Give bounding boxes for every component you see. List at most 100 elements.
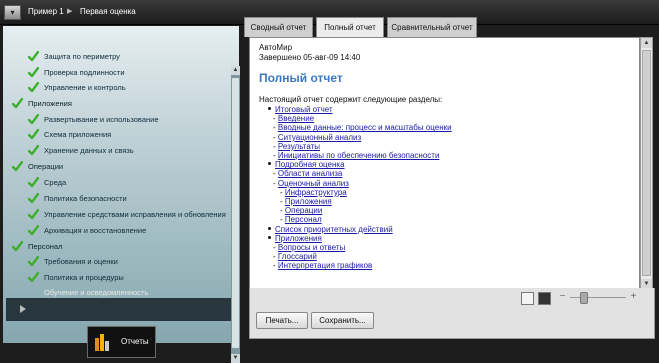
- nav-subitem[interactable]: Требования и оценки: [44, 255, 118, 269]
- assessment-nav-panel: Защита по периметру Проверка подлинности У…: [3, 26, 240, 363]
- nav-subitem[interactable]: Защита по периметру: [44, 50, 120, 64]
- check-icon: [28, 82, 39, 93]
- toc-item: Подробная оценка: [268, 160, 345, 169]
- scroll-up-icon[interactable]: ▲: [231, 66, 240, 75]
- check-icon: [28, 67, 39, 78]
- check-icon: [28, 256, 39, 267]
- document-scrollbar-thumb[interactable]: [642, 50, 651, 276]
- nav-scrollbar[interactable]: ▲ ▼: [231, 66, 240, 363]
- toc-item: - Инициативы по обеспечению безопасности: [273, 151, 439, 160]
- toc-link[interactable]: Итоговый отчет: [275, 105, 333, 114]
- report-toolbar: − + Печать... Сохранить...: [249, 288, 655, 339]
- reports-button-label: Отчеты: [121, 337, 149, 346]
- toc-link[interactable]: Подробная оценка: [275, 160, 345, 169]
- toc-item: - Результаты: [273, 142, 320, 151]
- nav-subitem[interactable]: Управление средствами исправления и обно…: [44, 208, 226, 222]
- nav-subitem[interactable]: Среда: [44, 176, 66, 190]
- toc-link[interactable]: Список приоритетных действий: [275, 225, 393, 234]
- two-page-view-icon[interactable]: [538, 292, 551, 305]
- document-scrollbar[interactable]: ▲ ▼: [640, 37, 653, 291]
- check-icon: [28, 145, 39, 156]
- zoom-handle[interactable]: [580, 292, 588, 304]
- zoom-out-icon[interactable]: −: [558, 291, 567, 303]
- zoom-track[interactable]: [570, 297, 626, 298]
- toc-item: - Вопросы и ответы: [273, 243, 345, 252]
- report-title: Полный отчет: [259, 71, 343, 85]
- check-icon: [28, 177, 39, 188]
- toc-link[interactable]: Приложения: [285, 197, 332, 206]
- toc-link[interactable]: Результаты: [278, 142, 320, 151]
- reports-icon: [95, 334, 109, 351]
- toc-item: Список приоритетных действий: [268, 225, 393, 234]
- nav-subitem[interactable]: Управление и контроль: [44, 81, 126, 95]
- single-page-view-icon[interactable]: [521, 292, 534, 305]
- current-item-arrow-icon: [20, 305, 26, 313]
- toc-item: - Глоссарий: [273, 252, 317, 261]
- toc-link[interactable]: Введение: [278, 114, 314, 123]
- toc-item: Приложения: [268, 234, 322, 243]
- nav-section-item[interactable]: Приложения: [28, 97, 72, 111]
- check-icon: [28, 129, 39, 140]
- toc-item: - Инфраструктура: [280, 188, 347, 197]
- nav-subitem[interactable]: Развертывание и использование: [44, 113, 159, 127]
- toc-link[interactable]: Операции: [285, 206, 322, 215]
- toc-link[interactable]: Глоссарий: [278, 252, 317, 261]
- toc-link[interactable]: Области анализа: [278, 169, 343, 178]
- tab-comparative-report[interactable]: Сравнительный отчет: [387, 17, 477, 37]
- reports-button[interactable]: Отчеты: [87, 326, 156, 358]
- check-icon: [12, 161, 23, 172]
- toc-item: Итоговый отчет: [268, 105, 333, 114]
- toc-link[interactable]: Персонал: [285, 215, 322, 224]
- toc-item: - Интерпретация графиков: [273, 261, 372, 270]
- scroll-down-icon[interactable]: ▼: [231, 354, 240, 363]
- toc-link[interactable]: Оценочный анализ: [278, 179, 349, 188]
- toc-link[interactable]: Инициативы по обеспечению безопасности: [278, 151, 440, 160]
- check-icon: [28, 272, 39, 283]
- toc-item: - Введение: [273, 114, 314, 123]
- toc-item: - Операции: [280, 206, 322, 215]
- check-icon: [12, 98, 23, 109]
- toc-link[interactable]: Инфраструктура: [285, 188, 347, 197]
- zoom-in-icon[interactable]: +: [629, 291, 638, 303]
- chevron-down-icon: ▾: [10, 8, 15, 17]
- nav-subitem[interactable]: Политика и процедуры: [44, 271, 124, 285]
- tab-summary-report[interactable]: Сводный отчет: [244, 17, 313, 37]
- breadcrumb-separator-icon: ▶: [67, 8, 73, 15]
- nav-section-item[interactable]: Операции: [28, 160, 63, 174]
- check-icon: [12, 241, 23, 252]
- nav-subitem[interactable]: Схема приложения: [44, 128, 111, 142]
- toc-item: - Оценочный анализ: [273, 179, 349, 188]
- bullet-icon: [268, 235, 271, 239]
- toc-link[interactable]: Ситуационный анализ: [278, 133, 361, 142]
- nav-subitem[interactable]: Архивация и восстановление: [44, 224, 146, 238]
- toc-link[interactable]: Вопросы и ответы: [278, 243, 345, 252]
- company-name: АвтоМир: [259, 43, 293, 52]
- toc-link[interactable]: Приложения: [275, 234, 322, 243]
- bullet-icon: [268, 226, 271, 230]
- nav-subitem[interactable]: Политика безопасности: [44, 192, 127, 206]
- completed-timestamp: Завершено 05-авг-09 14:40: [259, 53, 361, 62]
- breadcrumb-item-example[interactable]: Пример 1: [28, 7, 64, 16]
- print-button[interactable]: Печать...: [256, 312, 308, 329]
- tab-full-report[interactable]: Полный отчет: [316, 17, 384, 38]
- scroll-up-icon[interactable]: ▲: [641, 38, 652, 48]
- save-button[interactable]: Сохранить...: [311, 312, 374, 329]
- nav-section-item[interactable]: Персонал: [28, 240, 62, 254]
- check-icon: [28, 225, 39, 236]
- nav-scrollbar-thumb[interactable]: [232, 78, 239, 348]
- toc-item: - Вводные данные: процесс и масштабы оце…: [273, 123, 452, 132]
- nav-selection-highlight: [6, 298, 231, 321]
- toc-item: - Области анализа: [273, 169, 342, 178]
- bullet-icon: [268, 162, 271, 166]
- check-icon: [28, 193, 39, 204]
- toc-item: - Приложения: [280, 197, 332, 206]
- toc-link[interactable]: Вводные данные: процесс и масштабы оценк…: [278, 123, 452, 132]
- nav-subitem[interactable]: Проверка подлинности: [44, 66, 125, 80]
- report-intro: Настоящий отчет содержит следующие разде…: [259, 95, 443, 104]
- zoom-slider[interactable]: − +: [558, 291, 638, 305]
- breadcrumb-item-assessment[interactable]: Первая оценка: [80, 7, 136, 16]
- toc-link[interactable]: Интерпретация графиков: [278, 261, 372, 270]
- menu-dropdown-button[interactable]: ▾: [4, 5, 21, 20]
- toc-item: - Ситуационный анализ: [273, 133, 361, 142]
- nav-subitem[interactable]: Хранение данных и связь: [44, 144, 134, 158]
